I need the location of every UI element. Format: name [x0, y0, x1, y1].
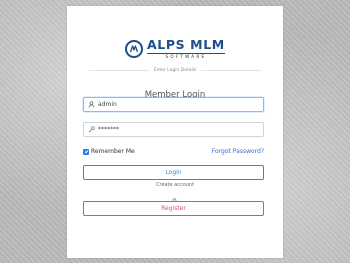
remember-me-checkbox[interactable] — [83, 148, 89, 155]
remember-me[interactable]: Remember Me — [83, 148, 135, 155]
brand-tagline: SOFTWARE — [147, 52, 225, 59]
username-field[interactable] — [83, 97, 264, 112]
create-account-caption: Create account — [155, 182, 195, 188]
login-card: ALPS MLM SOFTWARE Enter Login Details Me… — [67, 6, 283, 258]
login-button[interactable]: Login — [83, 165, 264, 180]
password-field[interactable] — [83, 122, 264, 137]
alps-logo-icon — [125, 40, 143, 58]
brand-name: ALPS MLM — [147, 37, 225, 53]
key-icon — [84, 126, 98, 133]
remember-me-label: Remember Me — [91, 148, 135, 155]
brand-logo: ALPS MLM SOFTWARE — [125, 34, 225, 64]
register-button[interactable]: Register — [83, 201, 264, 216]
user-icon — [84, 101, 98, 108]
password-input[interactable] — [98, 126, 258, 133]
username-input[interactable] — [98, 101, 258, 108]
login-details-divider: Enter Login Details — [89, 68, 261, 73]
login-details-caption: Enter Login Details — [153, 68, 197, 73]
forgot-password-link[interactable]: Forgot Password? — [212, 148, 264, 155]
